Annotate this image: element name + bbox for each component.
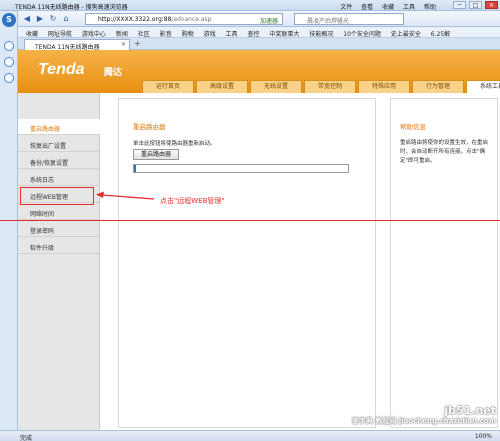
forward-icon[interactable]: ▶ (35, 14, 45, 24)
menu-file[interactable]: 文件 (340, 4, 352, 11)
sidebar-item-firmware-upgrade[interactable]: 软件升级 (18, 238, 100, 254)
favorite-item[interactable]: 影音 (160, 29, 172, 37)
main-content-panel: 重启路由器 单击此按钮将使路由器重新启动。 重启路由器 (118, 98, 376, 428)
favorite-item[interactable]: 收藏 (26, 29, 38, 37)
refresh-icon[interactable]: ↻ (48, 14, 58, 24)
home-icon[interactable]: ⌂ (61, 14, 71, 24)
back-icon[interactable]: ◀ (22, 14, 32, 24)
favorites-bar: 收藏 网址导航 游戏中心 新闻 社区 影音 购物 游戏 工具 查控 中奖联事大 … (18, 27, 500, 38)
tab-bandwidth-control[interactable]: 带宽控制 (304, 80, 356, 93)
tab-close-icon[interactable]: ✕ (121, 41, 126, 48)
sidebar-item-backup-restore[interactable]: 备份/恢复设置 (18, 153, 100, 169)
page-header: Tenda 腾达 运行首页 高级设置 无线设置 带宽控制 特殊应用 行为管理 系… (18, 50, 500, 93)
status-text: 完成 (20, 435, 33, 441)
favorite-item[interactable]: 史上最安全 (391, 29, 421, 37)
search-input[interactable]: 晨凌产后焊骚光 (294, 13, 404, 25)
progress-fill (134, 165, 136, 172)
tab-running-status[interactable]: 运行首页 (142, 80, 194, 93)
window-controls: ─ □ ✕ (452, 1, 498, 9)
sidebar-item-network-time[interactable]: 网络时间 (18, 204, 100, 220)
favorite-item[interactable]: 工具 (226, 29, 238, 37)
tab-special-apps[interactable]: 特殊应用 (358, 80, 410, 93)
sidebar-item-system-log[interactable]: 系统日志 (18, 170, 100, 186)
navigation-bar: ◀ ▶ ↻ ⌂ http://XXXX.3322.org:88/advance.… (18, 11, 500, 27)
title-menu: 文件 查看 收藏 工具 帮助 (333, 2, 436, 11)
favorite-item[interactable]: 游戏中心 (82, 29, 106, 37)
router-admin-page: Tenda 腾达 运行首页 高级设置 无线设置 带宽控制 特殊应用 行为管理 系… (18, 50, 500, 430)
menu-view[interactable]: 查看 (361, 4, 373, 11)
content-description: 单击此按钮将使路由器重新启动。 (133, 141, 216, 147)
window-title: TENDA 11N无线路由器 - 搜狗高速浏览器 (15, 4, 128, 11)
help-text: 重启路由将使你的设置生效，在重启时，会自动断开所有连接，点击"确定"即可重启。 (400, 140, 489, 164)
browser-tab[interactable]: TENDA 11N无线路由器 ✕ (24, 39, 130, 51)
menu-favorites[interactable]: 收藏 (382, 4, 394, 11)
favorite-item[interactable]: 技能概况 (309, 29, 333, 37)
title-bar: TENDA 11N无线路由器 - 搜狗高速浏览器 文件 查看 收藏 工具 帮助 … (0, 0, 500, 11)
favorite-item[interactable]: 购物 (182, 29, 194, 37)
menu-tools[interactable]: 工具 (403, 4, 415, 11)
favorite-item[interactable]: 查控 (247, 29, 259, 37)
zoom-level[interactable]: 100% (475, 433, 492, 440)
search-placeholder: 晨凌产后焊骚光 (307, 18, 350, 25)
tab-behavior-management[interactable]: 行为管理 (412, 80, 464, 93)
favorite-item[interactable]: 10个安全问题 (343, 29, 381, 37)
sidebar-item-factory-reset[interactable]: 恢复出厂设置 (18, 136, 100, 152)
sidebar-menu: 重启路由器 恢复出厂设置 备份/恢复设置 系统日志 远程WEB管理 网络时间 登… (18, 93, 100, 430)
tab-bar: TENDA 11N无线路由器 ✕ + (18, 38, 500, 51)
status-bar: 完成 100% (0, 430, 500, 441)
favorite-item[interactable]: 社区 (138, 29, 150, 37)
address-bar[interactable]: http://XXXX.3322.org:88/advance.asp 加速器 (85, 13, 283, 25)
favorite-item[interactable]: 网址导航 (48, 29, 72, 37)
url-host: http://XXXX.3322.org:88 (98, 16, 172, 23)
watermark-line-1: jb51.net (444, 404, 496, 417)
annotation-text: 点击"远程WEB管理" (160, 197, 225, 205)
sidebar-app-icon[interactable] (4, 41, 14, 51)
watermark-line-2: 查字典 教程网 jiaocheng.chazidian.com (351, 417, 496, 425)
reboot-router-button[interactable]: 重启路由器 (133, 149, 179, 160)
new-tab-icon[interactable]: + (134, 40, 141, 48)
favorite-item[interactable]: 中奖联事大 (269, 29, 299, 37)
help-panel: 帮助信息 重启路由将使你的设置生效，在重启时，会自动断开所有连接，点击"确定"即… (390, 98, 498, 428)
reboot-progress-bar (133, 164, 349, 173)
sidebar-app-icon[interactable] (4, 57, 14, 67)
accelerator-label[interactable]: 加速器 (260, 16, 278, 25)
address-text: http://XXXX.3322.org:88/advance.asp (98, 16, 211, 23)
minimize-button[interactable]: ─ (453, 1, 467, 9)
favorite-item[interactable]: 游戏 (204, 29, 216, 37)
annotation-divider (0, 220, 500, 221)
menu-help[interactable]: 帮助 (424, 4, 436, 11)
clock-icon[interactable] (4, 73, 14, 83)
maximize-button[interactable]: □ (469, 1, 483, 9)
favorite-item[interactable]: 新闻 (116, 29, 128, 37)
brand-name: 腾达 (104, 68, 123, 78)
tenda-logo: Tenda (38, 61, 85, 78)
close-button[interactable]: ✕ (485, 1, 498, 9)
watermark: jb51.net 查字典 教程网 jiaocheng.chazidian.com (352, 405, 496, 427)
url-path: /advance.asp (171, 16, 212, 23)
tab-advanced-settings[interactable]: 高级设置 (196, 80, 248, 93)
content-title: 重启路由器 (133, 123, 166, 131)
sidebar-item-login-password[interactable]: 登录密码 (18, 221, 100, 237)
sidebar-item-reboot[interactable]: 重启路由器 (18, 119, 100, 135)
tab-system-tools[interactable]: 系统工具 (466, 80, 500, 93)
annotation-arrow-icon (96, 191, 155, 200)
highlight-box (20, 187, 94, 205)
browser-logo-icon[interactable]: S (2, 13, 16, 27)
favorite-item[interactable]: 6.25解 (431, 29, 450, 37)
tab-wireless-settings[interactable]: 无线设置 (250, 80, 302, 93)
help-title: 帮助信息 (400, 123, 426, 131)
